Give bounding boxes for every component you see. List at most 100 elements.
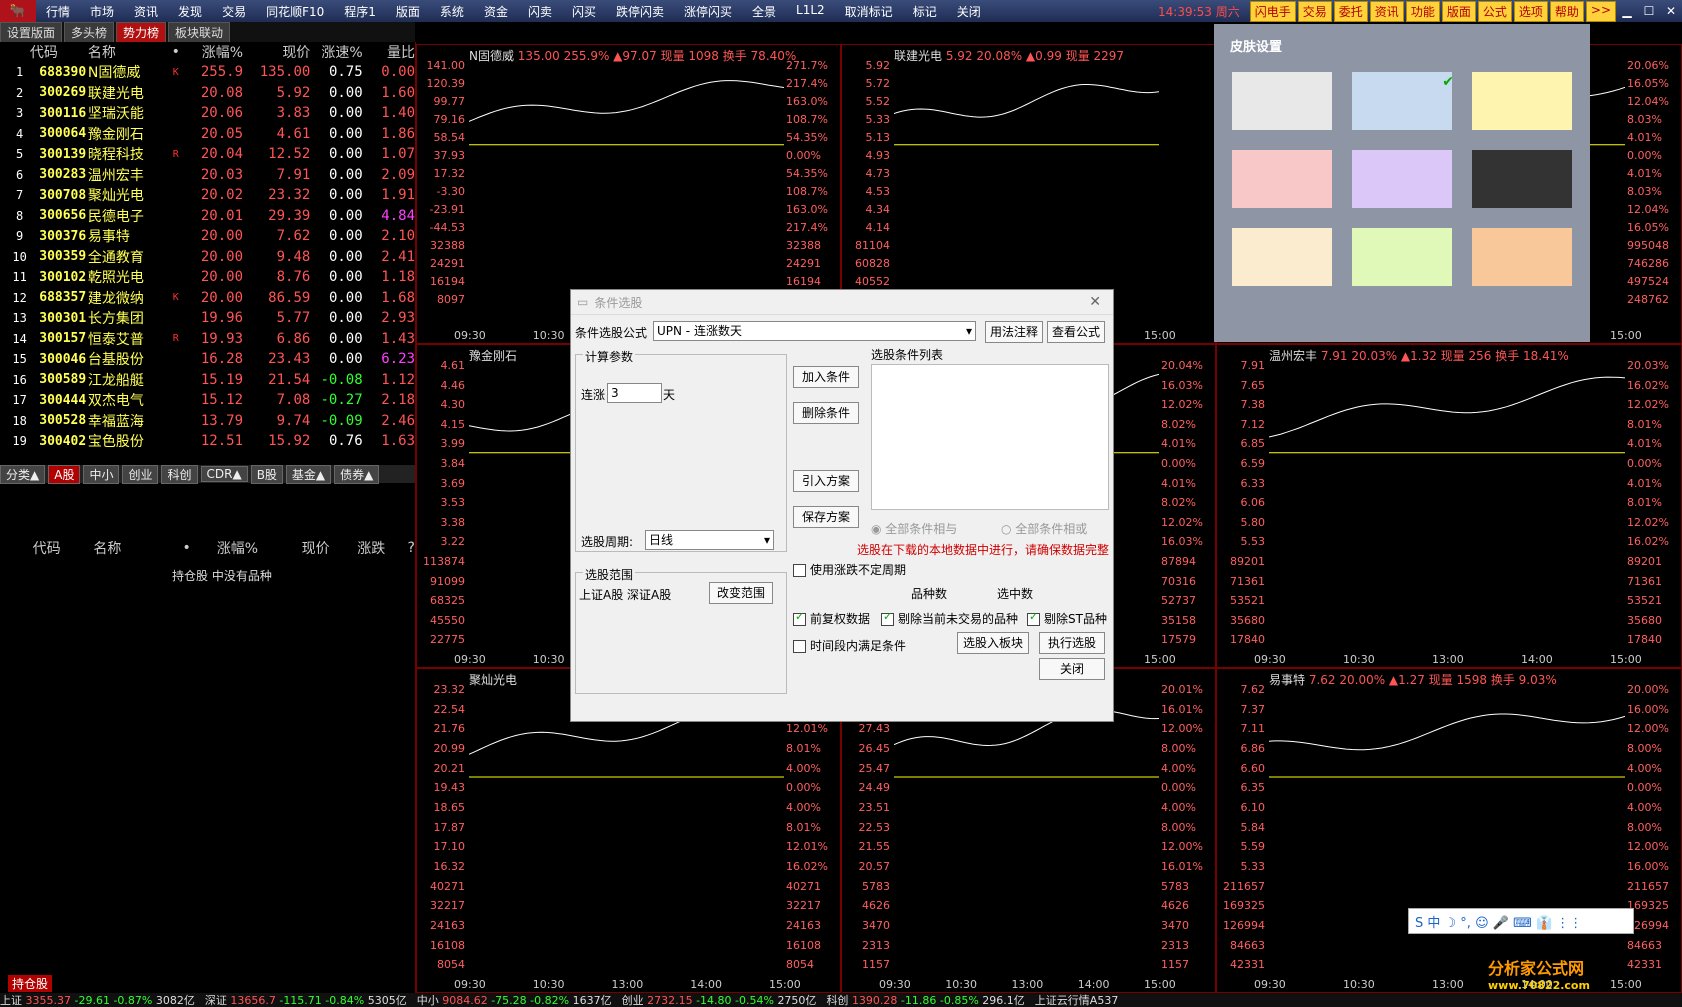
tab-item[interactable]: 势力榜	[116, 22, 167, 42]
usage-button[interactable]: 用法注释	[985, 321, 1043, 343]
tab-item[interactable]: 多头榜	[64, 22, 115, 42]
index-quote[interactable]: 中小 9084.62 -75.28 -0.82% 1637亿	[417, 993, 612, 1007]
menu-item[interactable]: 取消标记	[835, 3, 903, 20]
market-subtab[interactable]: 基金▲	[285, 464, 332, 484]
menu-item[interactable]: 行情	[36, 3, 80, 20]
tab-item[interactable]: 设置版面	[0, 22, 63, 42]
chart-panel[interactable]: 易事特 7.62 20.00% ▲1.27 现量 1598 换手 9.03% 7.…	[1216, 668, 1682, 993]
table-row[interactable]: 3 300116 坚瑞沃能 20.06 3.83 0.00 1.40	[0, 103, 415, 124]
skin-swatch[interactable]	[1472, 150, 1572, 208]
quick-button[interactable]: 帮助	[1549, 0, 1584, 22]
table-row[interactable]: 18 300528 幸福蓝海 13.79 9.74 -0.09 2.46	[0, 411, 415, 432]
market-subtab[interactable]: 债券▲	[334, 464, 380, 484]
menu-item[interactable]: 市场	[80, 3, 124, 20]
quick-button[interactable]: >>	[1585, 0, 1616, 22]
menu-item[interactable]: 标记	[903, 3, 947, 20]
exclude-st-checkbox[interactable]: 剔除ST品种	[1027, 610, 1107, 627]
menu-item[interactable]: 关闭	[947, 3, 991, 20]
prefq-checkbox[interactable]: 前复权数据	[793, 610, 870, 627]
save-plan-button[interactable]: 保存方案	[793, 506, 859, 528]
column-header[interactable]: 量比	[363, 42, 415, 62]
add-condition-button[interactable]: 加入条件	[793, 366, 859, 388]
menu-item[interactable]: 闪买	[562, 3, 606, 20]
time-range-checkbox[interactable]: 时间段内满足条件	[793, 637, 906, 654]
holdings-column-header[interactable]: 现价	[258, 538, 330, 558]
market-subtab[interactable]: 创业	[122, 464, 159, 484]
quick-button[interactable]: 委托	[1333, 0, 1368, 22]
column-header[interactable]: 涨幅%	[187, 42, 243, 62]
table-row[interactable]: 8 300656 民德电子 20.01 29.39 0.00 4.84	[0, 206, 415, 227]
skin-swatch[interactable]	[1472, 228, 1572, 286]
quick-button[interactable]: 版面	[1441, 0, 1476, 22]
menu-item[interactable]: 闪卖	[518, 3, 562, 20]
market-subtab[interactable]: 分类▲	[0, 464, 46, 484]
table-row[interactable]: 14 300157 恒泰艾普 R 19.93 6.86 0.00 1.43	[0, 329, 415, 350]
table-row[interactable]: 16 300589 江龙船艇 15.19 21.54 -0.08 1.12	[0, 370, 415, 391]
to-block-button[interactable]: 选股入板块	[957, 632, 1029, 654]
uncertain-period-checkbox[interactable]: 使用涨跌不定周期	[793, 561, 906, 578]
execute-button[interactable]: 执行选股	[1039, 632, 1105, 654]
menu-item[interactable]: 资金	[474, 3, 518, 20]
ime-toolbar[interactable]: S 中 ☽ °, ☺ 🎤 ⌨ 👔 ⋮⋮	[1408, 908, 1634, 934]
menu-item[interactable]: 版面	[386, 3, 430, 20]
radio-or[interactable]: ○ 全部条件相或	[1001, 520, 1087, 537]
table-row[interactable]: 1 688390 N固德威 K 255.9 135.00 0.75 0.00	[0, 62, 415, 83]
menu-item[interactable]: 跌停闪卖	[606, 3, 674, 20]
index-quote[interactable]: 上证 3355.37 -29.61 -0.87% 3082亿	[0, 993, 195, 1007]
table-row[interactable]: 19 300402 宝色股份 12.51 15.92 0.76 1.63	[0, 431, 415, 452]
skin-swatch[interactable]	[1232, 72, 1332, 130]
table-row[interactable]: 5 300139 晓程科技 R 20.04 12.52 0.00 1.07	[0, 144, 415, 165]
skin-swatch[interactable]	[1352, 150, 1452, 208]
formula-select[interactable]: UPN - 连涨数天 ▾	[653, 321, 976, 341]
dialog-close-button[interactable]: 关闭	[1039, 658, 1105, 680]
holdings-column-header[interactable]: 代码	[0, 538, 93, 558]
market-subtab[interactable]: CDR▲	[200, 466, 248, 482]
condition-list[interactable]	[871, 364, 1109, 510]
column-header[interactable]: 现价	[243, 42, 310, 62]
menu-item[interactable]: 涨停闪买	[674, 3, 742, 20]
table-row[interactable]: 10 300359 全通教育 20.00 9.48 0.00 2.41	[0, 247, 415, 268]
skin-swatch[interactable]	[1352, 228, 1452, 286]
holdings-column-header[interactable]: ?	[385, 540, 415, 556]
table-row[interactable]: 12 688357 建龙微纳 K 20.00 86.59 0.00 1.68	[0, 288, 415, 309]
table-row[interactable]: 6 300283 温州宏丰 20.03 7.91 0.00 2.09	[0, 165, 415, 186]
market-subtab[interactable]: B股	[250, 464, 283, 484]
menu-item[interactable]: 资讯	[124, 3, 168, 20]
param-input[interactable]: 3	[607, 383, 662, 403]
table-row[interactable]: 15 300046 台基股份 16.28 23.43 0.00 6.23	[0, 349, 415, 370]
skin-swatch[interactable]	[1232, 150, 1332, 208]
quick-button[interactable]: 功能	[1405, 0, 1440, 22]
delete-condition-button[interactable]: 删除条件	[793, 402, 859, 424]
minimize-icon[interactable]: ▁	[1616, 4, 1638, 18]
quick-button[interactable]: 资讯	[1369, 0, 1404, 22]
market-subtab[interactable]: 中小	[83, 464, 120, 484]
holdings-column-header[interactable]: 名称	[93, 538, 174, 558]
dialog-close-icon[interactable]: ✕	[1089, 294, 1101, 310]
column-header[interactable]: 代码	[0, 42, 88, 62]
column-header[interactable]: 涨速%	[310, 42, 362, 62]
column-header[interactable]: 名称	[88, 42, 165, 62]
table-row[interactable]: 7 300708 聚灿光电 20.02 23.32 0.00 1.91	[0, 185, 415, 206]
menu-item[interactable]: 程序1	[334, 3, 386, 20]
skin-swatch[interactable]	[1472, 72, 1572, 130]
holdings-column-header[interactable]: 涨跌	[330, 538, 385, 558]
index-quote[interactable]: 创业 2732.15 -14.80 -0.54% 2750亿	[622, 993, 817, 1007]
period-select[interactable]: 日线 ▾	[645, 530, 774, 550]
skin-swatch[interactable]	[1232, 228, 1332, 286]
chart-panel[interactable]: 温州宏丰 7.91 20.03% ▲1.32 现量 256 换手 18.41% 7…	[1216, 344, 1682, 668]
menu-item[interactable]: 全景	[742, 3, 786, 20]
holdings-column-header[interactable]: •	[175, 540, 199, 556]
tab-item[interactable]: 板块联动	[168, 22, 231, 42]
radio-and[interactable]: ◉ 全部条件相与	[871, 520, 957, 537]
table-row[interactable]: 17 300444 双杰电气 15.12 7.08 -0.27 2.18	[0, 390, 415, 411]
index-quote[interactable]: 深证 13656.7 -115.71 -0.84% 5305亿	[205, 993, 407, 1007]
column-header[interactable]: •	[165, 44, 187, 60]
view-formula-button[interactable]: 查看公式	[1047, 321, 1105, 343]
table-row[interactable]: 4 300064 豫金刚石 20.05 4.61 0.00 1.86	[0, 124, 415, 145]
menu-item[interactable]: 同花顺F10	[256, 3, 334, 20]
index-quote[interactable]: 科创 1390.28 -11.86 -0.85% 296.1亿	[826, 993, 1024, 1007]
table-row[interactable]: 9 300376 易事特 20.00 7.62 0.00 2.10	[0, 226, 415, 247]
quick-button[interactable]: 选项	[1513, 0, 1548, 22]
menu-item[interactable]: 发现	[168, 3, 212, 20]
market-subtab[interactable]: 科创	[161, 464, 198, 484]
